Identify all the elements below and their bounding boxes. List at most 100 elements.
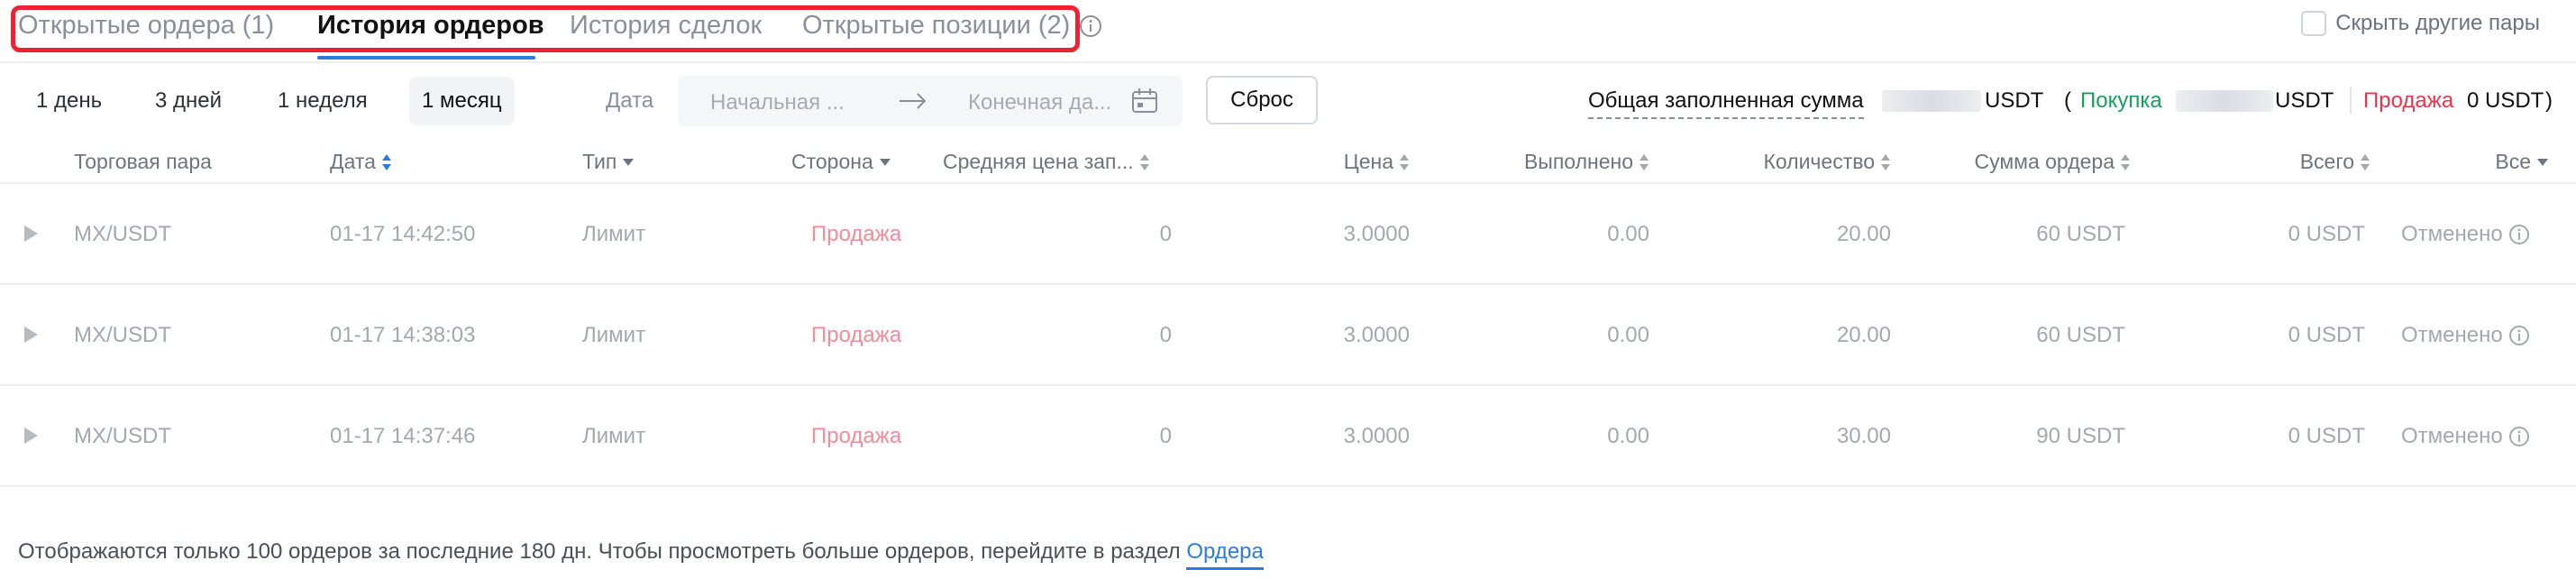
cell-price: 3.0000 [1343,222,1410,246]
table-row[interactable]: MX/USDT 01-17 14:38:03 Лимит Продажа 0 3… [0,285,2576,386]
tab-open-orders[interactable]: Открытые ордера (1) [18,11,274,41]
cell-side: Продажа [811,222,902,246]
range-1-week-button[interactable]: 1 неделя [265,77,380,125]
expand-row-icon[interactable] [22,325,40,345]
active-tab-underline [317,56,535,60]
range-3-days-button[interactable]: 3 дней [142,77,234,125]
column-header-order-sum[interactable]: Сумма ордера [1974,150,2131,174]
summary-divider [2350,87,2352,114]
cell-type: Лимит [582,222,646,246]
cell-status: Отменено [2401,424,2530,449]
table-row[interactable]: MX/USDT 01-17 14:37:46 Лимит Продажа 0 3… [0,386,2576,487]
start-date-input[interactable]: Начальная ... [710,90,845,115]
tab-trade-history[interactable]: История сделок [570,11,762,41]
range-1-month-button[interactable]: 1 месяц [409,77,515,125]
arrow-right-icon [900,93,927,109]
cell-total: 0 USDT [2288,222,2365,246]
column-header-total[interactable]: Всего [2300,150,2370,174]
calendar-icon[interactable] [1130,87,1159,115]
history-limit-text: Отображаются только 100 ордеров за после… [18,539,1181,564]
history-limit-note: Отображаются только 100 ордеров за после… [18,539,1264,570]
column-header-filled[interactable]: Выполнено [1524,150,1649,174]
caret-down-icon[interactable] [622,158,635,167]
sort-icon[interactable] [2360,152,2370,172]
buy-value-masked [2176,90,2273,112]
buy-summary-label: Покупка [2080,88,2162,113]
expand-row-icon[interactable] [22,426,40,446]
cell-filled: 0.00 [1607,222,1649,246]
cell-side: Продажа [811,323,902,347]
caret-down-icon[interactable] [879,158,891,167]
column-header-pair: Торговая пара [74,150,212,173]
reset-button[interactable]: Сброс [1206,76,1318,124]
date-range-picker[interactable]: Начальная ... Конечная да... [678,76,1183,126]
tab-order-history[interactable]: История ордеров [317,11,544,41]
expand-row-icon[interactable] [22,224,40,244]
cell-quantity: 20.00 [1836,323,1891,347]
info-icon[interactable] [2508,224,2530,245]
column-header-side[interactable]: Сторона [791,150,891,174]
cell-order-sum: 60 USDT [2036,323,2125,347]
cell-price: 3.0000 [1343,424,1410,448]
cell-total: 0 USDT [2288,424,2365,448]
cell-status: Отменено [2401,222,2530,247]
cell-date: 01-17 14:42:50 [330,222,476,246]
info-icon[interactable] [2508,426,2530,447]
cell-type: Лимит [582,424,646,448]
column-header-quantity[interactable]: Количество [1763,150,1891,174]
column-header-avg-price[interactable]: Средняя цена зап... [943,150,1150,174]
date-filter-label: Дата [606,88,654,113]
cell-quantity: 30.00 [1836,424,1891,448]
hide-other-pairs-checkbox[interactable] [2301,11,2327,36]
summary-open-paren: ( [2064,88,2071,113]
column-header-date[interactable]: Дата [330,150,392,174]
order-tabs-bar: Открытые ордера (1) История ордеров Исто… [0,0,2576,63]
cell-filled: 0.00 [1607,424,1649,448]
cell-order-sum: 90 USDT [2036,424,2125,448]
cell-date: 01-17 14:37:46 [330,424,476,448]
sell-summary-value: 0 [2467,88,2480,113]
sort-icon[interactable] [1399,152,1410,172]
cell-price: 3.0000 [1343,323,1410,347]
total-filled-unit: USDT [1985,88,2044,113]
cell-avg-price: 0 [1159,323,1172,347]
cell-total: 0 USDT [2288,323,2365,347]
info-icon[interactable] [2508,325,2530,346]
orders-link[interactable]: Ордера [1186,539,1264,570]
sort-icon[interactable] [1639,152,1649,172]
hide-other-pairs-toggle[interactable]: Скрыть другие пары [2301,11,2540,36]
sort-icon[interactable] [1880,152,1891,172]
total-filled-label[interactable]: Общая заполненная сумма [1588,88,1864,119]
cell-filled: 0.00 [1607,323,1649,347]
info-icon[interactable] [1079,14,1102,38]
column-header-type[interactable]: Тип [582,150,635,174]
tab-open-positions[interactable]: Открытые позиции (2) [802,11,1070,41]
cell-type: Лимит [582,323,646,347]
cell-avg-price: 0 [1159,222,1172,246]
buy-summary-unit: USDT [2275,88,2334,113]
hide-other-pairs-label: Скрыть другие пары [2335,11,2540,35]
cell-pair: MX/USDT [74,323,171,347]
sort-active-icon[interactable] [381,152,392,172]
range-1-day-button[interactable]: 1 день [23,77,114,125]
sort-icon[interactable] [2120,152,2131,172]
table-row[interactable]: MX/USDT 01-17 14:42:50 Лимит Продажа 0 3… [0,184,2576,285]
sell-summary-label: Продажа [2363,88,2454,113]
cell-side: Продажа [811,424,902,448]
cell-avg-price: 0 [1159,424,1172,448]
caret-down-icon[interactable] [2536,158,2549,167]
column-header-status-filter[interactable]: Все [2495,150,2549,174]
column-header-price[interactable]: Цена [1344,150,1410,174]
sort-icon[interactable] [1139,152,1150,172]
cell-quantity: 20.00 [1836,222,1891,246]
cell-date: 01-17 14:38:03 [330,323,476,347]
cell-status: Отменено [2401,323,2530,348]
sell-summary-unit: USDT [2485,88,2544,113]
end-date-input[interactable]: Конечная да... [968,90,1111,115]
cell-pair: MX/USDT [74,222,171,246]
total-filled-value-masked [1882,90,1981,112]
summary-close-paren: ) [2545,88,2553,113]
orders-table-header: Торговая пара Дата Тип Сторона Средняя ц… [0,142,2576,184]
cell-order-sum: 60 USDT [2036,222,2125,246]
cell-pair: MX/USDT [74,424,171,448]
